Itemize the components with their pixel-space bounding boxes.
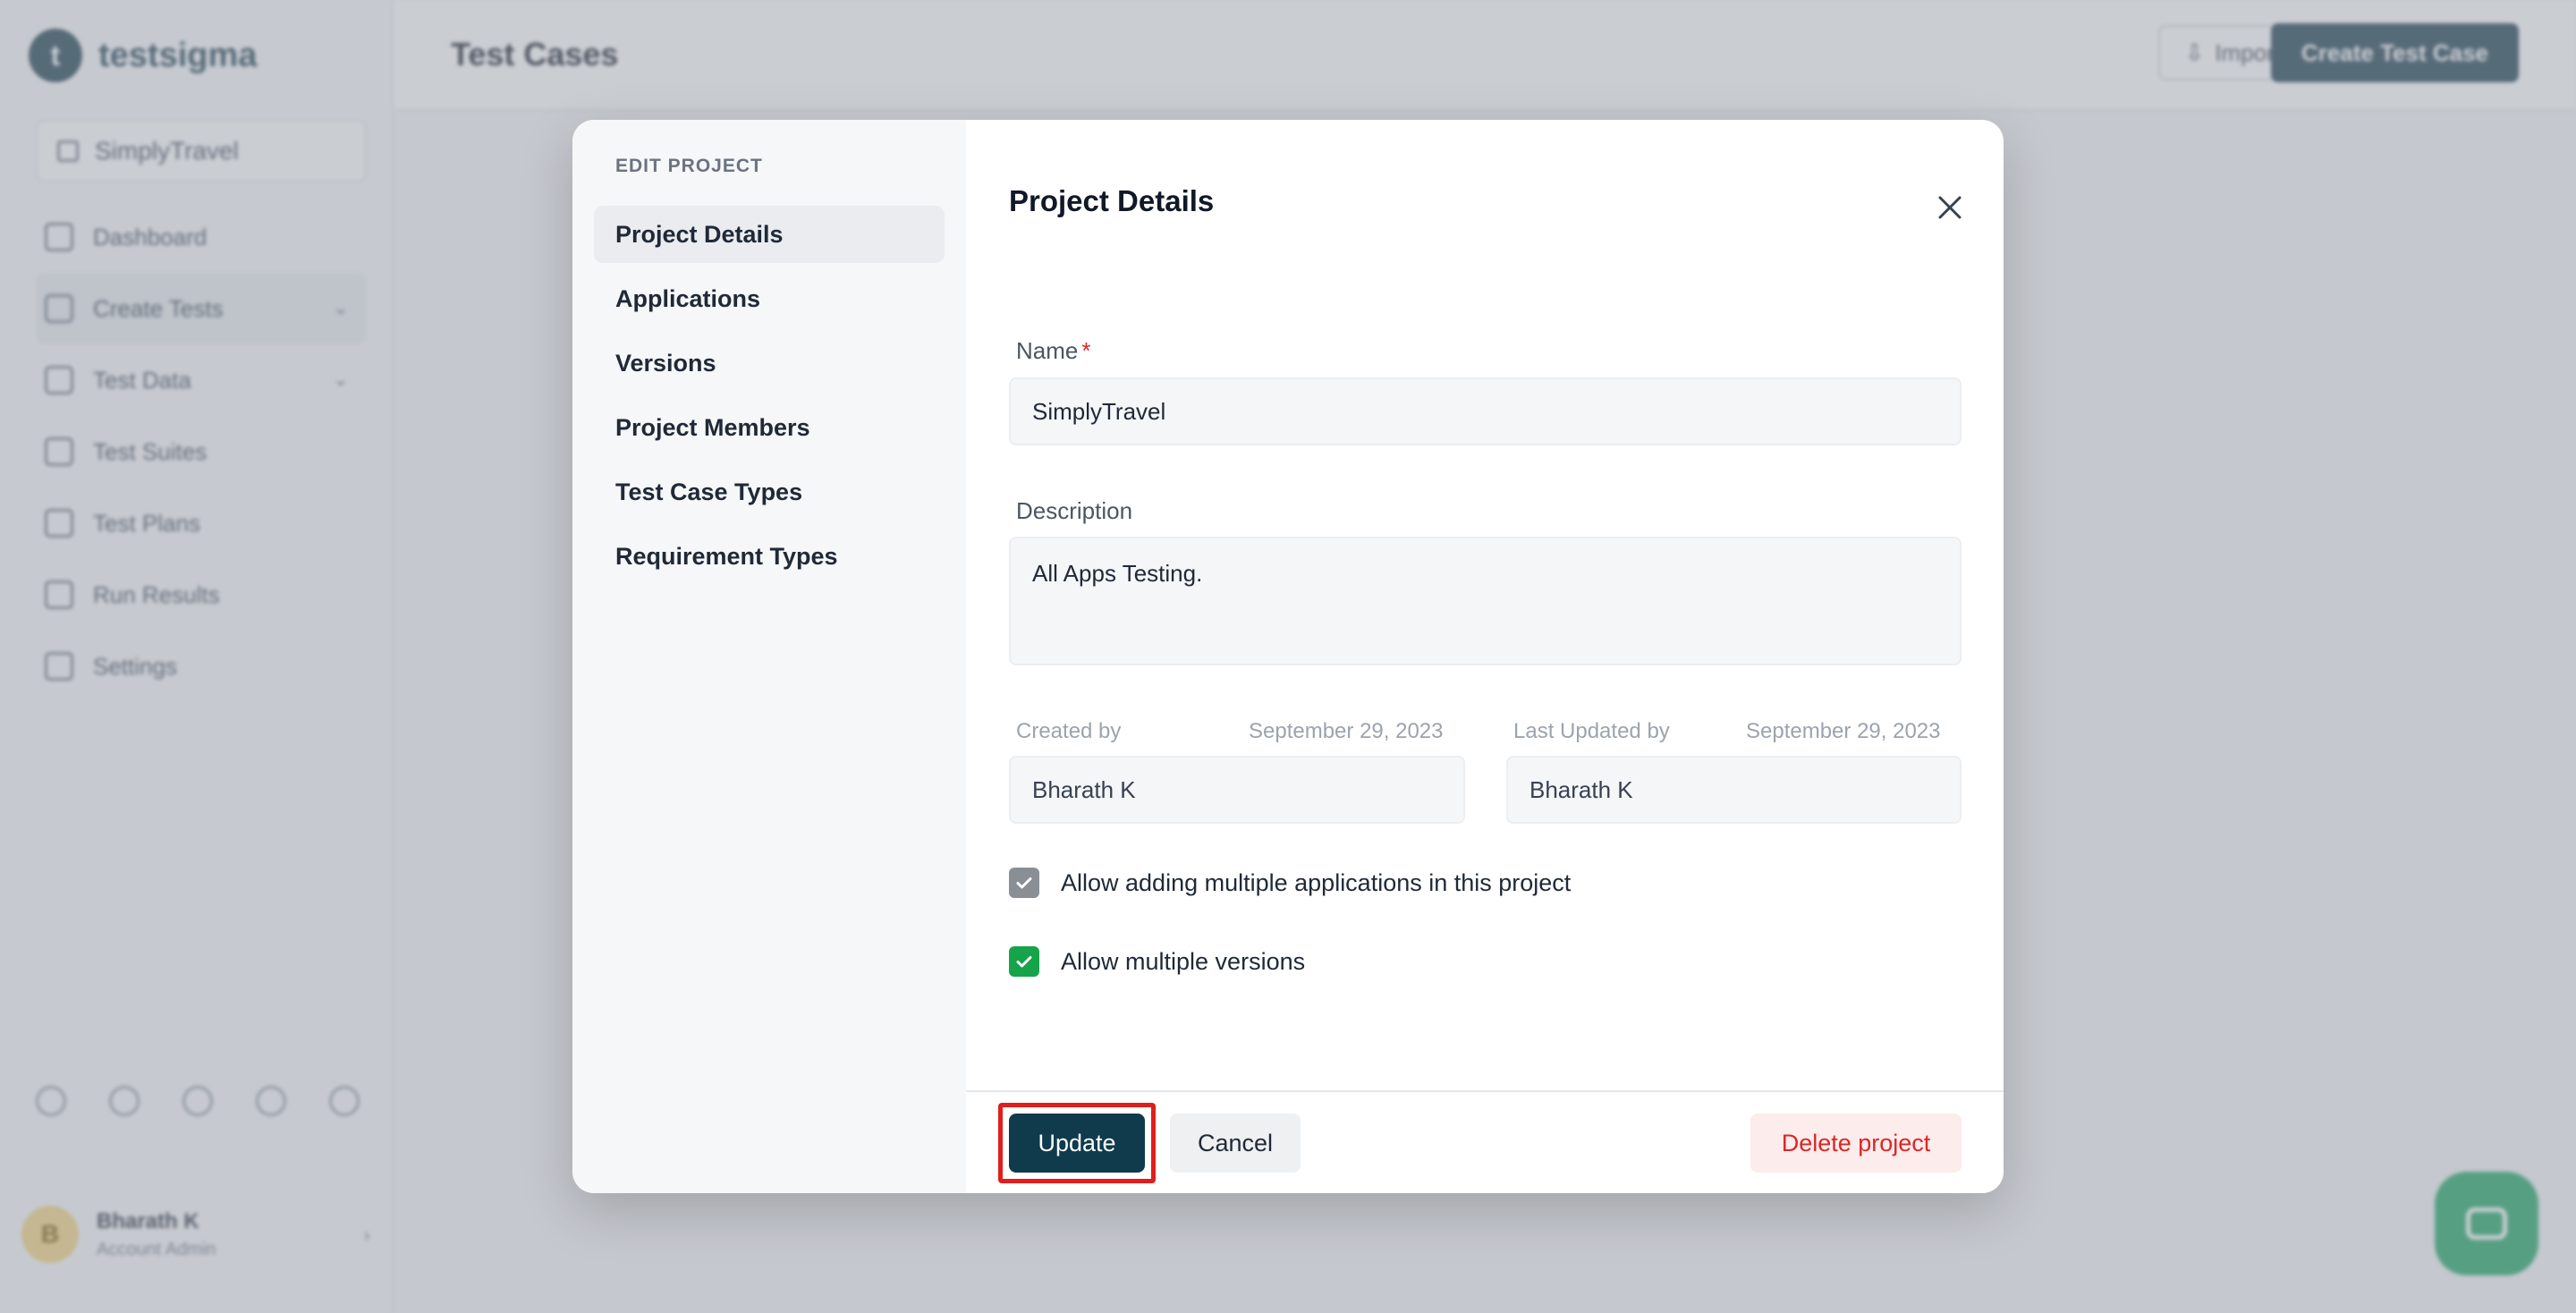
- tab-test-case-types[interactable]: Test Case Types: [594, 463, 945, 521]
- modal-nav-heading: EDIT PROJECT: [615, 156, 763, 176]
- allow-multiple-applications-option[interactable]: Allow adding multiple applications in th…: [1009, 868, 1571, 898]
- modal-body: Project Details Name * SimplyTravel Descr…: [966, 120, 2004, 1193]
- tab-versions[interactable]: Versions: [594, 335, 945, 392]
- modal-nav: EDIT PROJECT Project Details Application…: [572, 120, 966, 1193]
- tab-project-details[interactable]: Project Details: [594, 206, 945, 263]
- tab-project-members[interactable]: Project Members: [594, 399, 945, 456]
- last-updated-date: September 29, 2023: [1746, 719, 1941, 743]
- created-by-field: Bharath K: [1009, 756, 1465, 824]
- required-mark: *: [1081, 337, 1091, 364]
- name-input[interactable]: SimplyTravel: [1009, 377, 1962, 445]
- update-button[interactable]: Update: [1009, 1114, 1145, 1173]
- name-label: Name *: [1016, 337, 1091, 364]
- checkmark-icon: [1016, 877, 1032, 889]
- modal-title: Project Details: [1009, 184, 1215, 217]
- tab-applications[interactable]: Applications: [594, 270, 945, 327]
- allow-multiple-applications-label: Allow adding multiple applications in th…: [1061, 868, 1572, 896]
- description-textarea[interactable]: All Apps Testing.: [1009, 537, 1962, 665]
- delete-project-button[interactable]: Delete project: [1750, 1114, 1962, 1173]
- modal-footer: Update Cancel Delete project: [966, 1090, 2004, 1193]
- edit-project-modal: EDIT PROJECT Project Details Application…: [572, 120, 2004, 1193]
- allow-multiple-versions-checkbox[interactable]: [1009, 946, 1039, 977]
- tab-requirement-types[interactable]: Requirement Types: [594, 528, 945, 585]
- cancel-button[interactable]: Cancel: [1170, 1114, 1301, 1173]
- checkmark-icon: [1016, 956, 1032, 968]
- last-updated-by-label: Last Updated by: [1513, 719, 1670, 743]
- close-icon[interactable]: [1932, 190, 1968, 225]
- created-date: September 29, 2023: [1249, 719, 1444, 743]
- allow-multiple-applications-checkbox[interactable]: [1009, 868, 1039, 898]
- last-updated-by-field: Bharath K: [1506, 756, 1962, 824]
- created-by-label: Created by: [1016, 719, 1122, 743]
- allow-multiple-versions-option[interactable]: Allow multiple versions: [1009, 946, 1305, 977]
- description-label: Description: [1016, 497, 1133, 524]
- allow-multiple-versions-label: Allow multiple versions: [1061, 947, 1306, 975]
